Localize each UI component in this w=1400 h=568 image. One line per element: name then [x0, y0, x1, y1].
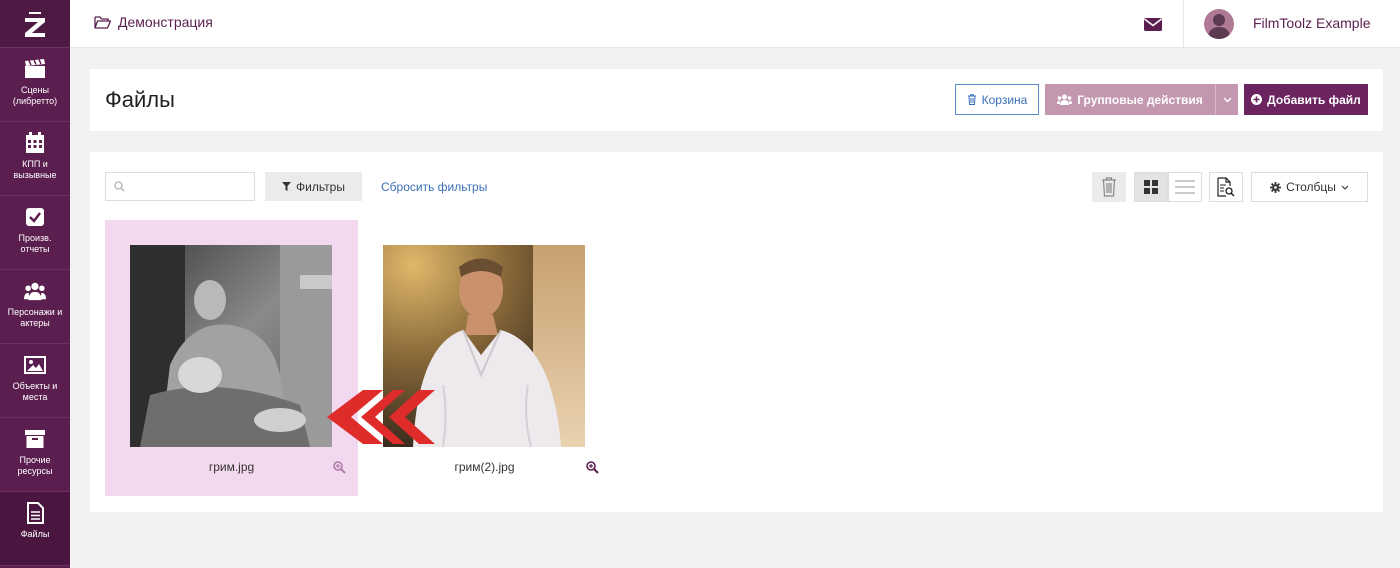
image-icon	[24, 354, 46, 376]
gear-icon	[1270, 181, 1282, 193]
folder-open-icon	[94, 15, 111, 29]
sidebar-item-reports[interactable]: Произв. отчеты	[0, 196, 70, 270]
sidebar-item-kpp[interactable]: КПП и вызывные	[0, 122, 70, 196]
filter-icon	[282, 182, 292, 191]
sidebar-item-label: Персонажи и актеры	[7, 307, 63, 328]
checkbox-icon	[24, 206, 46, 228]
search-box[interactable]	[105, 172, 255, 201]
sidebar-item-label: Объекты и места	[12, 381, 58, 402]
trash-button[interactable]: Корзина	[955, 84, 1039, 115]
app-logo[interactable]	[0, 0, 70, 48]
pointer-arrows-icon	[327, 390, 435, 444]
clapperboard-icon	[24, 58, 46, 80]
logo-icon	[25, 11, 45, 37]
reset-filters-link[interactable]: Сбросить фильтры	[381, 180, 487, 194]
grid-view-toggle[interactable]	[1134, 172, 1168, 202]
breadcrumb[interactable]: Демонстрация	[94, 14, 213, 30]
user-name[interactable]: FilmToolz Example	[1253, 15, 1370, 31]
messages-button[interactable]	[1140, 13, 1166, 35]
sidebar-item-label: КПП и вызывные	[13, 159, 57, 180]
sidebar-item-locations[interactable]: Объекты и места	[0, 344, 70, 418]
grid-icon	[1144, 180, 1158, 194]
sidebar-item-resources[interactable]: Прочие ресурсы	[0, 418, 70, 492]
file-name: грим.jpg	[208, 460, 255, 474]
users-icon	[24, 280, 46, 302]
group-actions-dropdown[interactable]	[1215, 84, 1238, 115]
columns-label: Столбцы	[1286, 180, 1336, 194]
trash-icon	[1102, 177, 1116, 197]
avatar[interactable]	[1204, 9, 1234, 39]
preview-toggle[interactable]	[1209, 172, 1243, 202]
file-name: грим(2).jpg	[454, 460, 515, 474]
group-actions-button[interactable]: Групповые действия	[1045, 84, 1215, 115]
file-tile[interactable]: грим(2).jpg	[358, 220, 611, 496]
page-header: Файлы Корзина Групповые действия Добавит…	[90, 69, 1383, 131]
sidebar-item-label: Прочие ресурсы	[17, 455, 53, 476]
filters-label: Фильтры	[296, 179, 345, 194]
sidebar-item-files[interactable]: Файлы	[0, 492, 70, 566]
search-icon	[114, 181, 125, 192]
trash-button-label: Корзина	[981, 92, 1028, 107]
search-input[interactable]	[131, 179, 251, 194]
divider	[1183, 0, 1184, 48]
sidebar-item-scenes[interactable]: Сцены (либретто)	[0, 48, 70, 122]
breadcrumb-label: Демонстрация	[118, 14, 213, 30]
filters-button[interactable]: Фильтры	[265, 172, 362, 201]
columns-dropdown[interactable]: Столбцы	[1251, 172, 1368, 202]
add-file-label: Добавить файл	[1267, 92, 1361, 107]
calendar-icon	[24, 132, 46, 154]
page-title: Файлы	[105, 87, 175, 112]
delete-button[interactable]	[1092, 172, 1126, 202]
chevron-down-icon	[1223, 97, 1231, 102]
sidebar-item-label: Сцены (либретто)	[12, 85, 58, 106]
user-silhouette-icon	[1208, 14, 1230, 39]
sidebar: Сцены (либретто) КПП и вызывные Произв. …	[0, 0, 70, 568]
sidebar-item-label: Файлы	[20, 529, 50, 539]
plus-circle-icon	[1251, 94, 1263, 105]
list-icon	[1175, 180, 1195, 194]
envelope-icon	[1144, 17, 1162, 31]
sidebar-item-characters[interactable]: Персонажи и актеры	[0, 270, 70, 344]
file-thumbnail[interactable]	[130, 245, 332, 447]
photo-thumbnail	[130, 245, 332, 447]
add-file-button[interactable]: Добавить файл	[1244, 84, 1368, 115]
sidebar-item-label: Произв. отчеты	[18, 233, 52, 254]
group-actions-label: Групповые действия	[1077, 92, 1203, 107]
files-panel: Фильтры Сбросить фильтры Столбцы грим.jp…	[90, 152, 1383, 512]
chevron-down-icon	[1341, 185, 1349, 190]
document-search-icon	[1217, 177, 1235, 197]
trash-icon	[967, 94, 976, 105]
archive-icon	[24, 428, 46, 450]
users-icon	[1057, 94, 1073, 105]
top-bar: Демонстрация FilmToolz Example	[70, 0, 1400, 48]
file-icon	[24, 502, 46, 524]
file-tile[interactable]: грим.jpg	[105, 220, 358, 496]
list-view-toggle[interactable]	[1168, 172, 1202, 202]
